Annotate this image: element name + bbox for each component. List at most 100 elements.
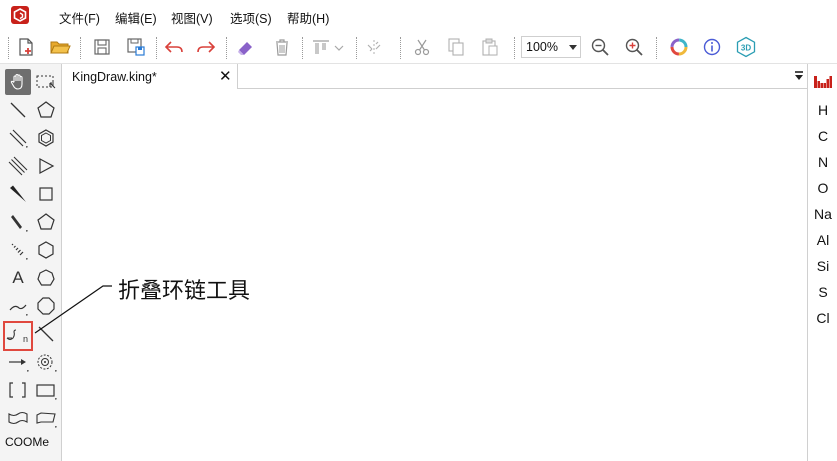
info-icon <box>703 38 721 56</box>
curve-icon <box>9 304 28 316</box>
single-bond-tool[interactable] <box>5 97 31 123</box>
info-button[interactable] <box>700 35 724 59</box>
hexagon-icon <box>38 241 54 259</box>
cyclopentane-tool[interactable] <box>33 97 59 123</box>
svg-text:3D: 3D <box>741 44 751 53</box>
functional-group-tool[interactable]: COOMe <box>5 435 49 449</box>
3d-view-button[interactable]: 3D <box>734 35 758 59</box>
element-na[interactable]: Na <box>808 206 837 222</box>
callout-label: 折叠环链工具 <box>118 279 251 304</box>
triple-bond-tool[interactable] <box>5 153 31 179</box>
arrow-tool[interactable] <box>5 349 31 375</box>
element-h[interactable]: H <box>808 102 837 118</box>
square-tool[interactable] <box>33 181 59 207</box>
element-c[interactable]: C <box>808 128 837 144</box>
close-icon[interactable]: ✕ <box>219 67 232 85</box>
save-icon <box>94 39 110 55</box>
undo-icon <box>164 41 183 53</box>
benzene-tool[interactable] <box>33 125 59 151</box>
chain-tool[interactable]: n <box>3 321 33 351</box>
menu-bar: 文件(F) 编辑(E) 视图(V) 选项(S) 帮助(H) <box>0 0 837 31</box>
new-document-button[interactable] <box>14 35 38 59</box>
element-n[interactable]: N <box>808 154 837 170</box>
color-button[interactable] <box>667 35 691 59</box>
double-bond-tool[interactable] <box>5 125 31 151</box>
toolbar-separator <box>656 37 657 59</box>
zoom-select[interactable]: 100% <box>521 36 581 58</box>
save-button[interactable] <box>90 35 114 59</box>
bracket-tool[interactable] <box>5 377 31 403</box>
zoom-value: 100% <box>526 40 558 54</box>
template-tool-1[interactable] <box>5 405 31 431</box>
wedge-bond-tool[interactable] <box>5 181 31 207</box>
triangle-icon <box>39 157 55 175</box>
delete-icon <box>276 39 288 56</box>
open-button[interactable] <box>48 35 72 59</box>
wave-shape-icon <box>8 411 28 425</box>
heptagon-tool[interactable] <box>33 265 59 291</box>
hexagon-tool[interactable] <box>33 237 59 263</box>
hand-tool[interactable] <box>5 69 31 95</box>
charge-tool[interactable] <box>33 349 59 375</box>
square-icon <box>39 187 53 201</box>
curve-tool[interactable] <box>5 293 31 319</box>
menu-help[interactable]: 帮助(H) <box>287 8 329 27</box>
rectangle-icon <box>36 384 57 400</box>
hand-icon <box>10 73 23 90</box>
eraser-button[interactable] <box>234 35 258 59</box>
undo-button[interactable] <box>162 35 186 59</box>
align-dropdown[interactable] <box>310 35 346 59</box>
document-tab[interactable]: KingDraw.king* ✕ <box>62 64 238 89</box>
chevron-down-icon <box>569 45 577 50</box>
flag-shape-icon <box>36 412 57 428</box>
bold-wedge-icon <box>11 215 28 232</box>
triangle-tool[interactable] <box>33 153 59 179</box>
charge-circle-icon <box>37 354 57 372</box>
pentagon-icon <box>37 101 55 118</box>
element-palette: H C N O Na Al Si S Cl <box>807 64 837 461</box>
tab-list-menu-icon[interactable] <box>793 70 805 82</box>
element-si[interactable]: Si <box>808 258 837 274</box>
text-tool[interactable]: A <box>5 265 31 291</box>
menu-edit[interactable]: 编辑(E) <box>115 8 157 27</box>
paste-button[interactable] <box>478 35 502 59</box>
cut-button[interactable] <box>410 35 434 59</box>
save-as-button[interactable] <box>124 35 148 59</box>
bold-bond-tool[interactable] <box>5 209 31 235</box>
delete-button[interactable] <box>270 35 294 59</box>
octagon-tool[interactable] <box>33 293 59 319</box>
periodic-table-icon[interactable] <box>814 76 832 88</box>
toolbar-grip <box>8 37 9 59</box>
text-tool-glyph: A <box>12 268 24 287</box>
redo-button[interactable] <box>194 35 218 59</box>
toolbar-separator <box>156 37 157 59</box>
wedge-bond-icon <box>10 185 26 202</box>
flip-icon <box>367 40 381 54</box>
align-icon <box>313 40 344 54</box>
template-tool-2[interactable] <box>33 405 59 431</box>
rect-select-tool[interactable] <box>33 69 59 95</box>
menu-options[interactable]: 选项(S) <box>230 8 272 27</box>
tool-palette: A n COOMe <box>0 64 62 461</box>
arrow-icon <box>9 359 29 372</box>
copy-button[interactable] <box>444 35 468 59</box>
rectangle-tool[interactable] <box>33 377 59 403</box>
toolbar-separator <box>302 37 303 59</box>
element-o[interactable]: O <box>808 180 837 196</box>
kingdraw-logo-icon <box>11 6 29 24</box>
redo-icon <box>197 41 216 53</box>
zoom-in-button[interactable] <box>622 35 646 59</box>
element-al[interactable]: Al <box>808 232 837 248</box>
open-folder-icon <box>50 41 71 54</box>
hashed-bond-tool[interactable] <box>5 237 31 263</box>
zoom-out-button[interactable] <box>588 35 612 59</box>
pentagon-tool[interactable] <box>33 209 59 235</box>
double-bond-icon <box>9 129 28 148</box>
triple-bond-icon <box>8 156 28 176</box>
flip-button[interactable] <box>362 35 386 59</box>
element-cl[interactable]: Cl <box>808 310 837 326</box>
element-s[interactable]: S <box>808 284 837 300</box>
menu-file[interactable]: 文件(F) <box>59 8 100 27</box>
line-tool[interactable] <box>33 321 59 347</box>
menu-view[interactable]: 视图(V) <box>171 8 213 27</box>
